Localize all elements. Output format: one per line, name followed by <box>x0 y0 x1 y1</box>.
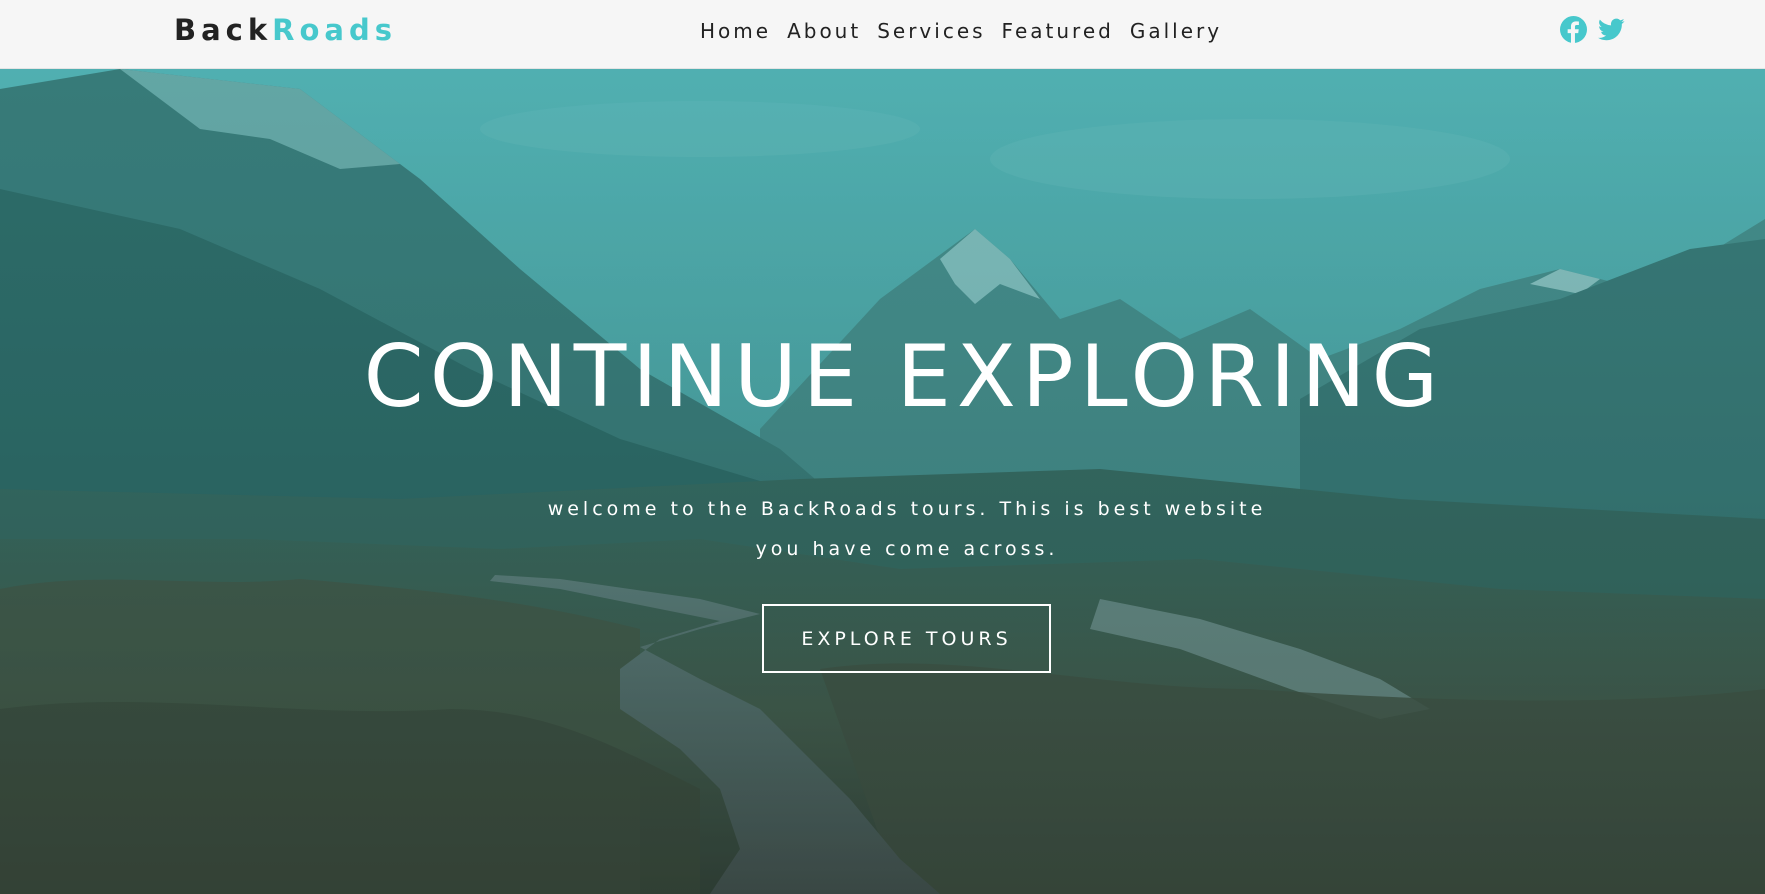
hero-description-line1: welcome to the BackRoads tours. This is … <box>547 498 1267 520</box>
hero-description: welcome to the BackRoads tours. This is … <box>532 489 1282 569</box>
explore-tours-button[interactable]: EXPLORE TOURS <box>762 604 1051 673</box>
brand-name-part1: Back <box>174 13 273 47</box>
hero-description-line2: you have come across. <box>755 538 1059 560</box>
hero-section: CONTINUE EXPLORING welcome to the BackRo… <box>0 69 1765 894</box>
social-links <box>1560 16 1625 43</box>
nav-link-about[interactable]: About <box>787 19 861 43</box>
nav-link-featured[interactable]: Featured <box>1002 19 1114 43</box>
brand-name-part2: Roads <box>272 13 397 47</box>
hero-background-image <box>0 69 1765 894</box>
brand-logo[interactable]: BackRoads <box>174 13 397 47</box>
twitter-icon[interactable] <box>1598 16 1625 43</box>
facebook-icon[interactable] <box>1560 16 1587 43</box>
nav-link-gallery[interactable]: Gallery <box>1130 19 1222 43</box>
navbar: BackRoads Home About Services Featured G… <box>0 0 1765 69</box>
nav-link-services[interactable]: Services <box>877 19 985 43</box>
nav-link-home[interactable]: Home <box>700 19 771 43</box>
nav-links: Home About Services Featured Gallery <box>700 19 1222 43</box>
hero-title: CONTINUE EXPLORING <box>363 327 1445 427</box>
